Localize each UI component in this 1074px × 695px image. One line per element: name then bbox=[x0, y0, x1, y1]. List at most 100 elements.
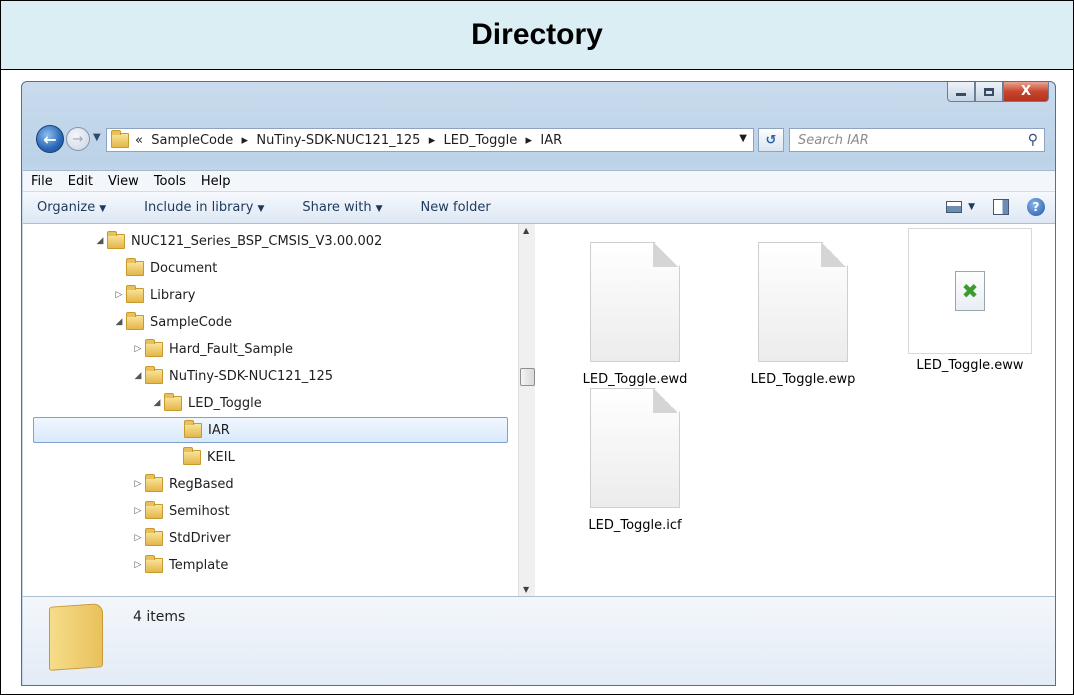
address-dropdown-icon[interactable]: ▼ bbox=[739, 133, 747, 144]
item-count: 4 items bbox=[133, 609, 186, 625]
collapsed-arrow-icon[interactable]: ▷ bbox=[131, 344, 145, 354]
command-bar: Organize ▼ Include in library ▼ Share with… bbox=[23, 192, 1055, 224]
file-item[interactable]: LED_Toggle.ewd bbox=[565, 242, 705, 387]
tree-item-label: Semihost bbox=[169, 503, 230, 519]
details-pane: 4 items bbox=[23, 596, 1055, 685]
maximize-button[interactable] bbox=[975, 82, 1003, 102]
file-name: LED_Toggle.ewp bbox=[750, 372, 856, 387]
include-in-library-button[interactable]: Include in library ▼ bbox=[144, 200, 264, 215]
tree-item[interactable]: ▷ RegBased bbox=[131, 471, 234, 497]
tree-item-label: Hard_Fault_Sample bbox=[169, 341, 294, 357]
search-icon[interactable]: ⚲ bbox=[1028, 132, 1038, 148]
tree-item[interactable]: ◢ SampleCode bbox=[112, 309, 232, 335]
tree-item[interactable]: ▷ Library bbox=[112, 282, 195, 308]
tree-item-label: RegBased bbox=[169, 476, 234, 492]
tree-item-label: NuTiny-SDK-NUC121_125 bbox=[169, 368, 334, 384]
file-list: LED_Toggle.ewd LED_Toggle.ewp ✖ LED_Togg… bbox=[535, 224, 1055, 596]
close-button[interactable]: X bbox=[1003, 82, 1049, 102]
view-options-dropdown-icon[interactable]: ▼ bbox=[968, 202, 975, 212]
tree-item[interactable]: KEIL bbox=[169, 444, 235, 470]
collapsed-arrow-icon[interactable]: ▷ bbox=[131, 560, 145, 570]
menu-file[interactable]: File bbox=[31, 174, 53, 189]
collapsed-arrow-icon[interactable]: ▷ bbox=[112, 290, 126, 300]
folder-icon bbox=[111, 129, 129, 148]
menu-edit[interactable]: Edit bbox=[68, 174, 93, 189]
tree-item[interactable]: IAR bbox=[33, 417, 508, 443]
breadcrumb-led-toggle[interactable]: LED_Toggle bbox=[444, 133, 518, 148]
scroll-down-icon[interactable]: ▼ bbox=[523, 585, 529, 594]
folder-icon bbox=[145, 527, 163, 546]
collapsed-arrow-icon[interactable]: ▷ bbox=[131, 479, 145, 489]
new-folder-button[interactable]: New folder bbox=[421, 200, 491, 215]
scrollbar-thumb[interactable] bbox=[520, 368, 535, 386]
include-label: Include in library bbox=[144, 200, 254, 215]
slide-frame: Directory X ← → ▼ « SampleCode ▸ NuTiny-… bbox=[0, 0, 1074, 695]
iar-workspace-icon: ✖ bbox=[955, 271, 985, 311]
file-item[interactable]: ✖ LED_Toggle.eww bbox=[900, 228, 1040, 373]
folder-icon bbox=[126, 257, 144, 276]
folder-icon bbox=[164, 392, 182, 411]
breadcrumb-separator-icon: ▸ bbox=[521, 132, 537, 148]
refresh-button[interactable]: ↺ bbox=[758, 128, 784, 152]
tree-item[interactable]: ▷ Hard_Fault_Sample bbox=[131, 336, 293, 362]
folder-icon bbox=[145, 554, 163, 573]
menu-help[interactable]: Help bbox=[201, 174, 231, 189]
share-with-button[interactable]: Share with ▼ bbox=[302, 200, 382, 215]
menu-view[interactable]: View bbox=[108, 174, 139, 189]
file-item[interactable]: LED_Toggle.icf bbox=[565, 388, 705, 533]
breadcrumb-separator-icon: ▸ bbox=[237, 132, 253, 148]
expanded-arrow-icon[interactable]: ◢ bbox=[131, 371, 145, 381]
expanded-arrow-icon[interactable]: ◢ bbox=[93, 236, 107, 246]
forward-button[interactable]: → bbox=[66, 127, 90, 151]
tree-item-label: StdDriver bbox=[169, 530, 231, 546]
tree-item-label: Document bbox=[150, 260, 218, 276]
breadcrumb-samplecode[interactable]: SampleCode bbox=[151, 133, 233, 148]
organize-label: Organize bbox=[37, 200, 96, 215]
folder-icon bbox=[126, 284, 144, 303]
breadcrumb-separator-icon: ▸ bbox=[424, 132, 440, 148]
help-icon[interactable]: ? bbox=[1027, 198, 1045, 216]
share-label: Share with bbox=[302, 200, 372, 215]
file-name: LED_Toggle.icf bbox=[588, 518, 682, 533]
tree-item[interactable]: ▷ StdDriver bbox=[131, 525, 231, 551]
recent-pages-dropdown[interactable]: ▼ bbox=[93, 132, 101, 143]
tree-item-label: KEIL bbox=[207, 449, 235, 465]
search-input[interactable]: Search IAR ⚲ bbox=[789, 128, 1045, 152]
folder-icon bbox=[184, 419, 202, 438]
window-controls: X bbox=[947, 82, 1049, 102]
tree-item[interactable]: Document bbox=[112, 255, 217, 281]
header-title: Directory bbox=[471, 18, 603, 51]
folder-icon bbox=[145, 500, 163, 519]
change-view-icon[interactable] bbox=[946, 201, 963, 213]
tree-item[interactable]: ▷ Template bbox=[131, 552, 228, 578]
organize-button[interactable]: Organize ▼ bbox=[37, 200, 106, 215]
folder-icon bbox=[145, 338, 163, 357]
tree-item[interactable]: ▷ Semihost bbox=[131, 498, 230, 524]
close-icon: X bbox=[1020, 84, 1032, 99]
back-arrow-icon: ← bbox=[43, 129, 57, 149]
preview-pane-icon[interactable] bbox=[993, 199, 1009, 215]
tree-item-label: IAR bbox=[208, 422, 230, 438]
menu-tools[interactable]: Tools bbox=[154, 174, 186, 189]
scroll-up-icon[interactable]: ▲ bbox=[523, 226, 529, 235]
tree-item-label: NUC121_Series_BSP_CMSIS_V3.00.002 bbox=[131, 233, 383, 249]
tree-item-label: Library bbox=[150, 287, 196, 303]
folder-icon bbox=[107, 230, 125, 249]
breadcrumb: « SampleCode ▸ NuTiny-SDK-NUC121_125 ▸ L… bbox=[135, 133, 562, 148]
breadcrumb-overflow[interactable]: « bbox=[135, 133, 143, 148]
back-button[interactable]: ← bbox=[36, 125, 64, 153]
tree-item[interactable]: ◢ NUC121_Series_BSP_CMSIS_V3.00.002 bbox=[93, 228, 382, 254]
file-item[interactable]: LED_Toggle.ewp bbox=[733, 242, 873, 387]
navigation-scrollbar[interactable]: ▲ ▼ bbox=[518, 224, 535, 596]
breadcrumb-nutiny[interactable]: NuTiny-SDK-NUC121_125 bbox=[256, 133, 420, 148]
collapsed-arrow-icon[interactable]: ▷ bbox=[131, 533, 145, 543]
tree-item[interactable]: ◢ NuTiny-SDK-NUC121_125 bbox=[131, 363, 333, 389]
tree-item[interactable]: ◢ LED_Toggle bbox=[150, 390, 262, 416]
tree-item-label: SampleCode bbox=[150, 314, 233, 330]
breadcrumb-iar[interactable]: IAR bbox=[540, 133, 562, 148]
expanded-arrow-icon[interactable]: ◢ bbox=[112, 317, 126, 327]
address-bar[interactable]: « SampleCode ▸ NuTiny-SDK-NUC121_125 ▸ L… bbox=[106, 128, 754, 152]
minimize-button[interactable] bbox=[947, 82, 975, 102]
expanded-arrow-icon[interactable]: ◢ bbox=[150, 398, 164, 408]
collapsed-arrow-icon[interactable]: ▷ bbox=[131, 506, 145, 516]
